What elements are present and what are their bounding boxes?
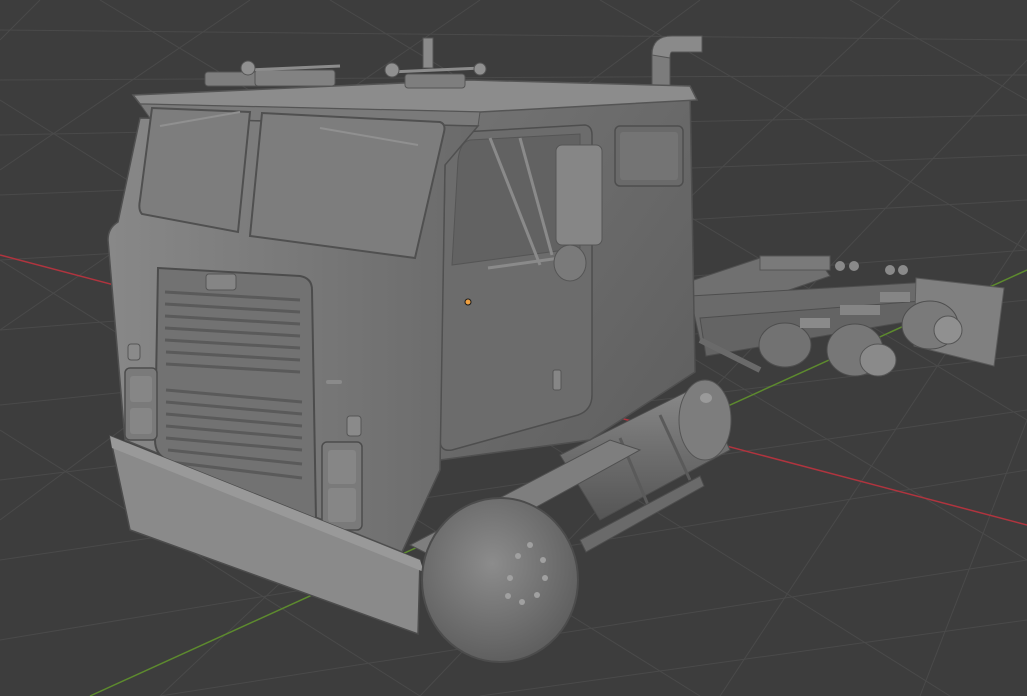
- cab-side[interactable]: [439, 87, 696, 461]
- 3d-viewport[interactable]: [0, 0, 1027, 696]
- door-handle[interactable]: [552, 369, 562, 391]
- viewport-canvas[interactable]: [0, 0, 1027, 696]
- front-wheel[interactable]: [421, 497, 579, 663]
- object-origin[interactable]: [464, 298, 472, 306]
- side-marker: [326, 380, 342, 384]
